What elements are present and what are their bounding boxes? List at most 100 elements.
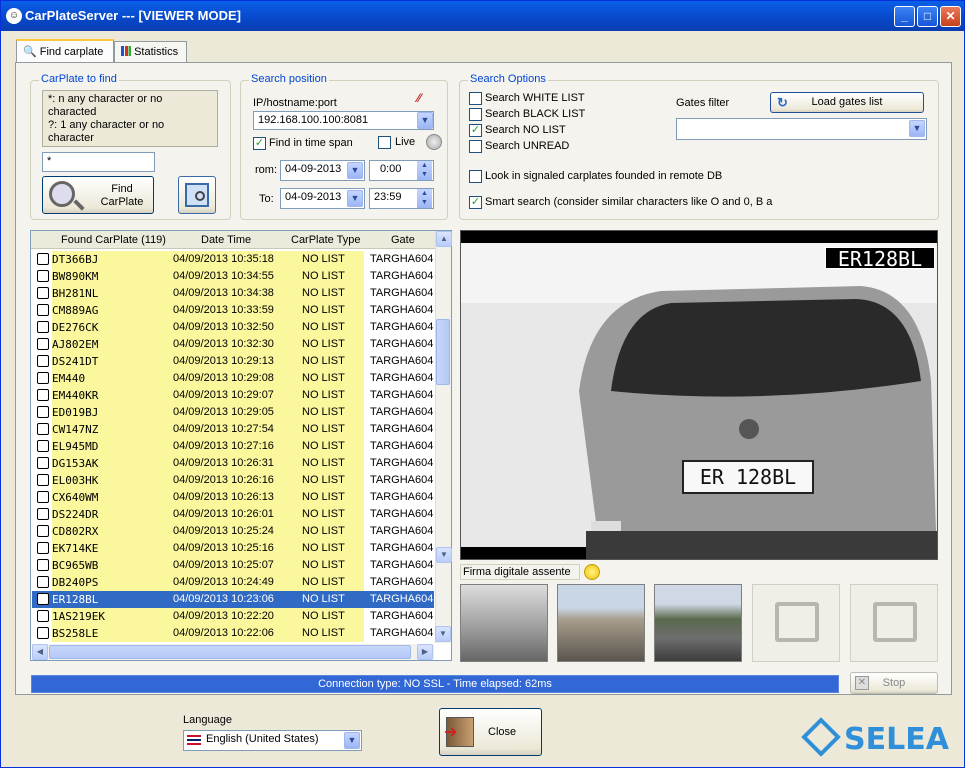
empty-thumbnail-5[interactable] (850, 584, 938, 662)
row-checkbox[interactable] (37, 576, 49, 588)
language-select[interactable]: English (United States) (183, 730, 362, 751)
table-row[interactable]: BC965WB 04/09/2013 10:25:07 NO LIST TARGHA6… (32, 557, 434, 574)
row-checkbox[interactable] (37, 491, 49, 503)
row-checkbox[interactable] (37, 525, 49, 537)
close-window-button[interactable]: ✕ (940, 6, 961, 27)
column-header-datetime[interactable]: Date Time (201, 234, 251, 246)
maximize-button[interactable]: □ (917, 6, 938, 27)
row-checkbox[interactable] (37, 542, 49, 554)
spinner-arrows-icon[interactable]: ▲ ▼ (417, 161, 432, 180)
column-header-carplate[interactable]: Found CarPlate (119) (61, 234, 166, 246)
stop-icon: ✕ (855, 676, 869, 690)
tab-statistics[interactable]: Statistics (114, 41, 187, 63)
chevron-down-icon[interactable]: ▼ (347, 162, 363, 179)
table-row[interactable]: CX640WM 04/09/2013 10:26:13 NO LIST TARGHA6… (32, 489, 434, 506)
row-checkbox[interactable] (37, 593, 49, 605)
row-checkbox[interactable] (37, 610, 49, 622)
table-row[interactable]: AJ802EM 04/09/2013 10:32:30 NO LIST TARGHA6… (32, 336, 434, 353)
table-row[interactable]: EM440 04/09/2013 10:29:08 NO LIST TARGHA604 (32, 370, 434, 387)
live-checkbox[interactable] (378, 136, 391, 149)
minimize-button[interactable]: _ (894, 6, 915, 27)
table-row[interactable]: CW147NZ 04/09/2013 10:27:54 NO LIST TARGHA6… (32, 421, 434, 438)
carplate-cell: BW890KM (52, 268, 168, 285)
eraser-icon[interactable]: ⁄⁄ (417, 91, 421, 105)
close-button[interactable]: ➜ Close (439, 708, 542, 756)
grid-hscroll-thumb[interactable] (49, 645, 411, 659)
table-row[interactable]: EK714KE 04/09/2013 10:25:16 NO LIST TARGHA6… (32, 540, 434, 557)
row-checkbox[interactable] (37, 321, 49, 333)
table-row[interactable]: BH281NL 04/09/2013 10:34:38 NO LIST TARGHA6… (32, 285, 434, 302)
thumbnail-1[interactable] (460, 584, 548, 662)
column-header-type[interactable]: CarPlate Type (291, 234, 361, 246)
table-row[interactable]: ED019BJ 04/09/2013 10:29:05 NO LIST TARGHA6… (32, 404, 434, 421)
row-checkbox[interactable] (37, 440, 49, 452)
black-list-checkbox[interactable] (469, 108, 482, 121)
row-checkbox[interactable] (37, 457, 49, 469)
gates-filter-select[interactable] (676, 118, 927, 140)
advanced-search-button[interactable] (178, 176, 216, 214)
row-checkbox[interactable] (37, 474, 49, 486)
unread-checkbox[interactable] (469, 140, 482, 153)
chevron-down-icon[interactable]: ▼ (344, 732, 360, 749)
thumbnail-2[interactable] (557, 584, 645, 662)
table-row[interactable]: CD802RX 04/09/2013 10:25:24 NO LIST TARGHA6… (32, 523, 434, 540)
stop-button[interactable]: ✕ Stop (850, 672, 938, 694)
table-row[interactable]: DS241DT 04/09/2013 10:29:13 NO LIST TARGHA6… (32, 353, 434, 370)
table-row[interactable]: BS258LE 04/09/2013 10:22:06 NO LIST TARGHA6… (32, 625, 434, 642)
load-gates-button[interactable]: ↻ Load gates list (770, 92, 924, 113)
column-header-gate[interactable]: Gate (391, 234, 415, 246)
tab-find-carplate[interactable]: 🔍 Find carplate (16, 39, 114, 63)
table-row[interactable]: DE276CK 04/09/2013 10:32:50 NO LIST TARGHA6… (32, 319, 434, 336)
row-checkbox[interactable] (37, 287, 49, 299)
table-row[interactable]: DS224DR 04/09/2013 10:26:01 NO LIST TARGHA6… (32, 506, 434, 523)
table-row[interactable]: EM440KR 04/09/2013 10:29:07 NO LIST TARGHA6… (32, 387, 434, 404)
row-checkbox[interactable] (37, 355, 49, 367)
table-row[interactable]: EL945MD 04/09/2013 10:27:16 NO LIST TARGHA6… (32, 438, 434, 455)
type-cell: NO LIST (302, 542, 345, 554)
chevron-down-icon[interactable]: ▼ (909, 120, 925, 137)
spinner-arrows-icon[interactable]: ▲ ▼ (417, 189, 432, 208)
grid-vertical-scrollbar[interactable]: ▲ ▼ (435, 231, 452, 643)
row-checkbox[interactable] (37, 423, 49, 435)
table-row[interactable]: CM889AG 04/09/2013 10:33:59 NO LIST TARGHA6… (32, 302, 434, 319)
plate-image-viewer[interactable]: ER128BL ER 128BL (460, 230, 938, 560)
row-checkbox[interactable] (37, 338, 49, 350)
scroll-down-icon[interactable]: ▼ (435, 626, 451, 642)
ip-input[interactable]: 192.168.100.100:8081 (253, 111, 434, 130)
carplate-input[interactable]: * (42, 152, 155, 172)
tab-label: Statistics (134, 46, 179, 58)
scroll-down-icon[interactable]: ▼ (436, 547, 452, 563)
row-checkbox[interactable] (37, 270, 49, 282)
row-checkbox[interactable] (37, 389, 49, 401)
smart-search-checkbox[interactable]: ✓ (469, 196, 482, 209)
table-row[interactable]: DG153AK 04/09/2013 10:26:31 NO LIST TARGHA6… (32, 455, 434, 472)
grid-scroll-thumb[interactable] (436, 319, 450, 385)
find-carplate-button[interactable]: Find CarPlate (42, 176, 154, 214)
hint-line: ?: 1 any character or no character (48, 119, 165, 144)
scroll-left-icon[interactable]: ◀ (32, 644, 48, 660)
row-checkbox[interactable] (37, 559, 49, 571)
row-checkbox[interactable] (37, 508, 49, 520)
table-row[interactable]: BW890KM 04/09/2013 10:34:55 NO LIST TARGHA6… (32, 268, 434, 285)
remote-db-checkbox[interactable] (469, 170, 482, 183)
find-in-timespan-checkbox[interactable]: ✓ (253, 137, 266, 150)
row-checkbox[interactable] (37, 627, 49, 639)
gate-cell: TARGHA604 (370, 389, 434, 401)
table-row[interactable]: DB240PS 04/09/2013 10:24:49 NO LIST TARGHA6… (32, 574, 434, 591)
table-row[interactable]: EL003HK 04/09/2013 10:26:16 NO LIST TARGHA6… (32, 472, 434, 489)
scroll-up-icon[interactable]: ▲ (436, 231, 452, 247)
row-checkbox[interactable] (37, 253, 49, 265)
chevron-down-icon[interactable]: ▼ (347, 190, 363, 207)
row-checkbox[interactable] (37, 406, 49, 418)
thumbnail-3[interactable] (654, 584, 742, 662)
row-checkbox[interactable] (37, 372, 49, 384)
table-row[interactable]: ER128BL 04/09/2013 10:23:06 NO LIST TARGHA6… (32, 591, 434, 608)
scroll-right-icon[interactable]: ▶ (417, 644, 433, 660)
table-row[interactable]: DT366BJ 04/09/2013 10:35:18 NO LIST TARGHA6… (32, 251, 434, 268)
empty-thumbnail-4[interactable] (752, 584, 840, 662)
table-row[interactable]: 1AS219EK 04/09/2013 10:22:20 NO LIST TARGHA… (32, 608, 434, 625)
white-list-checkbox[interactable] (469, 92, 482, 105)
no-list-checkbox[interactable]: ✓ (469, 124, 482, 137)
chevron-down-icon[interactable]: ▼ (417, 112, 433, 129)
row-checkbox[interactable] (37, 304, 49, 316)
